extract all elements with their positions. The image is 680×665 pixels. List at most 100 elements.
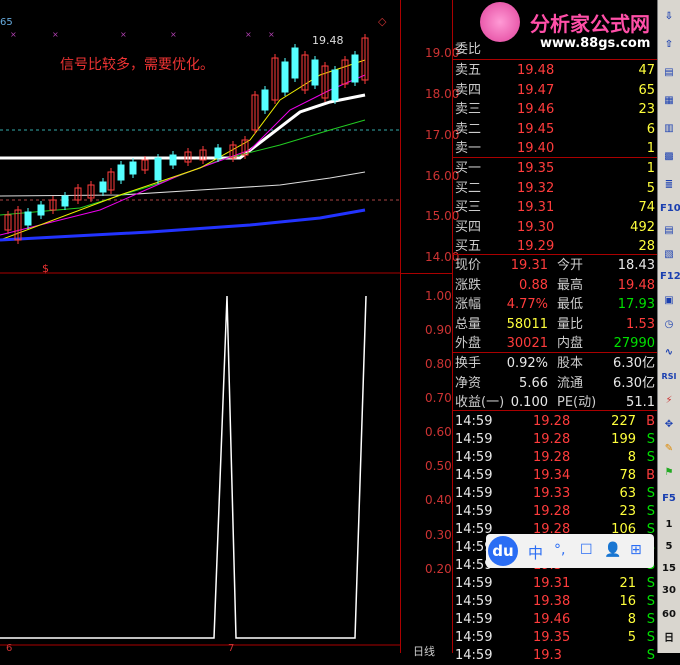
bid-volume: 74: [638, 200, 655, 215]
tick-side: S: [646, 594, 655, 609]
stat-value: 0.92%: [506, 356, 548, 371]
stat-row[interactable]: 总量 58011 量比 1.53: [453, 315, 658, 334]
candle: [261, 89, 269, 111]
flag-icon[interactable]: ⚑: [660, 464, 678, 482]
bid-row[interactable]: 买四 19.30 492: [453, 218, 658, 237]
ask-row[interactable]: 卖二 19.45 6: [453, 120, 658, 139]
rsi-icon[interactable]: RSI: [660, 368, 678, 386]
stat-row[interactable]: 涨跌 0.88 最高 19.48: [453, 276, 658, 295]
tick-row[interactable]: 14:59 19.28 8 S: [453, 448, 658, 467]
tick-side: S: [646, 630, 655, 645]
tick-row[interactable]: 14:59 19.35 5 S: [453, 628, 658, 647]
dollar-mark: $: [42, 262, 49, 275]
up-arrow-icon[interactable]: ⇧: [660, 36, 678, 54]
window-icon[interactable]: ▣: [660, 292, 678, 310]
tick-row[interactable]: 14:59 19.31 21 S: [453, 574, 658, 593]
period-5min[interactable]: 5: [660, 538, 678, 556]
candle: [24, 211, 32, 226]
clock-icon[interactable]: ◷: [660, 316, 678, 334]
stat-row[interactable]: 外盘 30021 内盘 27990: [453, 334, 658, 353]
tick-volume: 23: [619, 504, 636, 519]
svg-text:◇: ◇: [378, 15, 387, 28]
fundamental-row[interactable]: 换手 0.92% 股本 6.30亿: [453, 354, 658, 373]
chart-icon[interactable]: ▥: [660, 120, 678, 138]
tick-time: 14:59: [455, 576, 493, 591]
tick-row[interactable]: 14:59 19.46 8 S: [453, 610, 658, 629]
ask-row[interactable]: 卖五 19.48 47: [453, 61, 658, 80]
stat-label: 现价: [455, 258, 482, 273]
kline-chart[interactable]: × × × × × × 65 ◇: [0, 0, 400, 653]
bid-row[interactable]: 买一 19.35 1: [453, 159, 658, 178]
fundamental-row[interactable]: 收益(一) 0.100 PE(动) 51.1: [453, 393, 658, 412]
site-watermark: 分析家公式网 www.88gs.com: [470, 0, 680, 58]
f5-icon[interactable]: F5: [660, 490, 678, 508]
tick-row[interactable]: 14:59 19.34 78 B: [453, 466, 658, 485]
du-logo-icon[interactable]: du: [488, 536, 518, 566]
chart-annotation: 信号比较多，需要优化。: [60, 57, 214, 73]
svg-text:×: ×: [245, 30, 252, 39]
period-60min[interactable]: 60: [660, 606, 678, 624]
ime-keyboard-icon[interactable]: ☐: [580, 542, 593, 558]
tick-time: 14:59: [455, 630, 493, 645]
stat-label: 最高: [557, 277, 584, 293]
period-label[interactable]: 日线: [413, 643, 435, 659]
tick-row[interactable]: 14:59 19.33 63 S: [453, 484, 658, 503]
ask-label: 卖一: [455, 141, 482, 156]
watermark-url: www.88gs.com: [540, 36, 651, 51]
period-1min[interactable]: 1: [660, 516, 678, 534]
period-day[interactable]: 日: [660, 630, 678, 648]
chart-area[interactable]: × × × × × × 65 ◇ 信号比较多，需要优化。 19.48 $ 6 7: [0, 0, 400, 654]
stat-label: 涨幅: [455, 297, 482, 312]
down-arrow-icon[interactable]: ⇩: [660, 8, 678, 26]
wave-icon[interactable]: ∿: [660, 344, 678, 362]
ime-punct-icon[interactable]: °,: [554, 542, 565, 558]
pencil-icon[interactable]: ✎: [660, 440, 678, 458]
bid-price: 19.31: [517, 200, 555, 215]
move-icon[interactable]: ✥: [660, 416, 678, 434]
candle: [331, 69, 339, 101]
tick-row[interactable]: 14:59 19.28 227 B: [453, 412, 658, 431]
bid-row[interactable]: 买二 19.32 5: [453, 179, 658, 198]
doc-icon[interactable]: ▧: [660, 246, 678, 264]
stat-row[interactable]: 涨幅 4.77% 最低 17.93: [453, 295, 658, 314]
bid-price: 19.30: [517, 219, 555, 235]
ask-price: 19.40: [517, 141, 555, 156]
tick-row[interactable]: 14:59 19.28 23 S: [453, 502, 658, 521]
stat-row[interactable]: 现价 19.31 今开 18.43: [453, 256, 658, 275]
ask-row[interactable]: 卖三 19.46 23: [453, 100, 658, 119]
tick-volume: 227: [611, 414, 636, 429]
f10-icon[interactable]: F10: [660, 200, 680, 218]
period-30min[interactable]: 30: [660, 582, 678, 600]
table-icon[interactable]: ▤: [660, 222, 678, 240]
list-icon[interactable]: ≣: [660, 176, 678, 194]
tick-side: S: [646, 486, 655, 501]
baidu-ime-bar[interactable]: du 中 °, ☐ 👤 ⊞: [486, 534, 654, 568]
calendar-icon[interactable]: ▦: [660, 92, 678, 110]
bolt-icon[interactable]: ⚡: [660, 392, 678, 410]
svg-text:×: ×: [268, 30, 275, 39]
bid-row[interactable]: 买三 19.31 74: [453, 198, 658, 217]
ime-lang-toggle[interactable]: 中: [528, 542, 543, 563]
stat-value: 4.77%: [506, 297, 548, 312]
bid-volume: 492: [630, 219, 655, 235]
tick-row[interactable]: 14:59 19.3 S: [453, 646, 658, 665]
stat-value: 18.43: [617, 258, 655, 273]
ask-price: 19.47: [517, 82, 555, 98]
stat-value: 27990: [613, 336, 655, 351]
indicator-tick: 0.40: [425, 493, 452, 507]
tick-row[interactable]: 14:59 19.38 16 S: [453, 592, 658, 611]
ime-menu-icon[interactable]: ⊞: [630, 542, 642, 558]
ask-row[interactable]: 卖四 19.47 65: [453, 81, 658, 100]
book-icon[interactable]: ▤: [660, 64, 678, 82]
high-price-label: 19.48: [312, 34, 344, 47]
ask-row[interactable]: 卖一 19.40 1: [453, 139, 658, 158]
tick-side: S: [646, 432, 655, 447]
ime-user-icon[interactable]: 👤: [604, 542, 621, 558]
fundamental-row[interactable]: 净资 5.66 流通 6.30亿: [453, 374, 658, 393]
f12-icon[interactable]: F12: [660, 268, 680, 286]
tick-row[interactable]: 14:59 19.28 199 S: [453, 430, 658, 449]
period-15min[interactable]: 15: [660, 560, 678, 578]
grid-icon[interactable]: ▩: [660, 148, 678, 166]
bid-volume: 5: [646, 180, 655, 196]
bid-row[interactable]: 买五 19.29 28: [453, 237, 658, 256]
